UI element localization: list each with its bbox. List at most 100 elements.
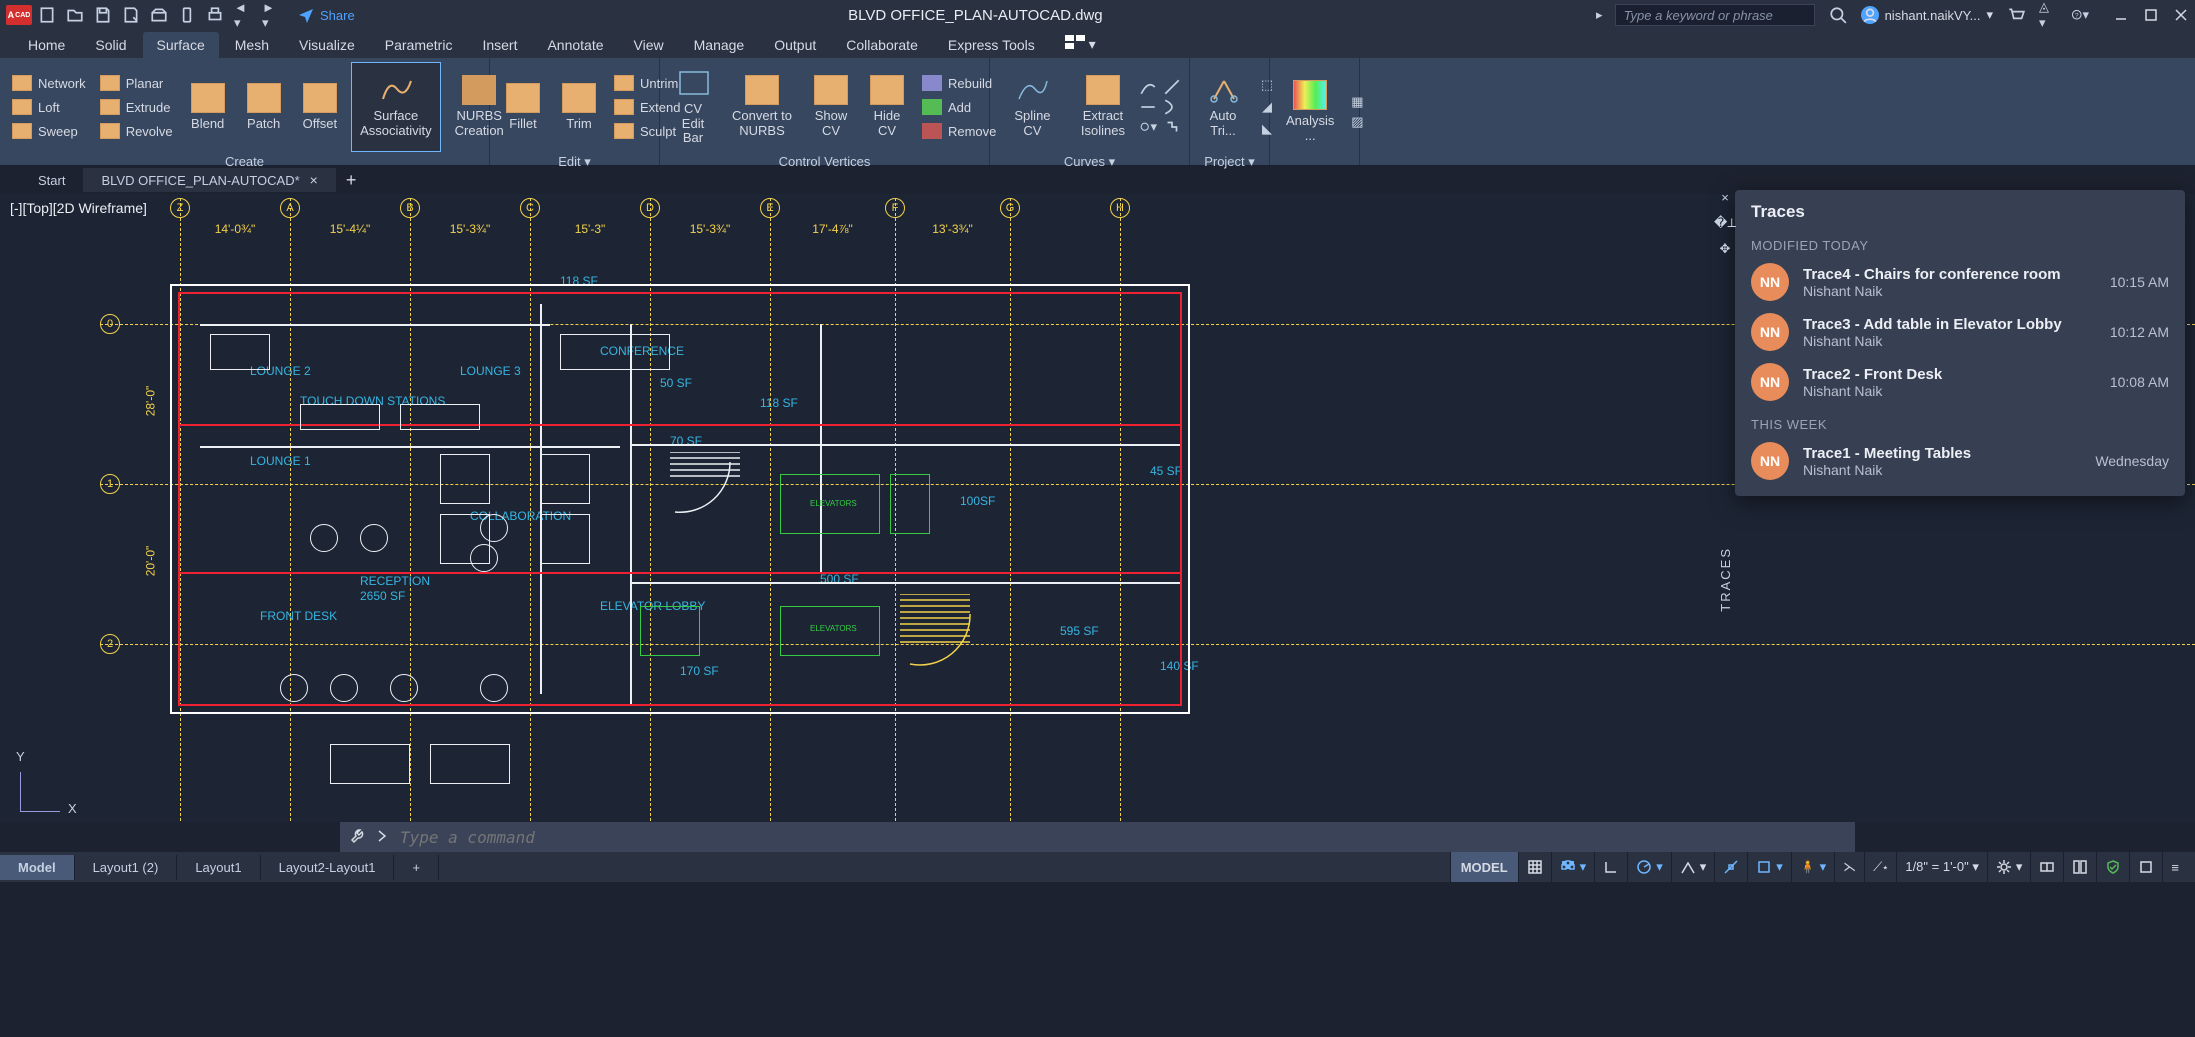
settings-traces-icon[interactable]: ✥ <box>1720 241 1731 257</box>
layout-1-2[interactable]: Layout1 (2) <box>75 855 178 880</box>
chevron-right-icon[interactable] <box>374 828 390 847</box>
cart-icon[interactable] <box>2007 6 2025 24</box>
panel-edit-label[interactable]: Edit ▾ <box>498 152 651 170</box>
redo-icon[interactable]: ► ▾ <box>262 6 280 24</box>
curve-tool-1[interactable] <box>1139 78 1157 96</box>
gear-icon[interactable]: ▾ <box>1987 852 2031 882</box>
analysis-tool-2[interactable]: ▨ <box>1348 113 1366 131</box>
snap-icon[interactable]: ▾ <box>1551 852 1595 882</box>
auto-trim-button[interactable]: Auto Tri... <box>1198 62 1248 152</box>
cv-edit-bar-button[interactable]: CV Edit Bar <box>668 62 718 152</box>
tab-insert[interactable]: Insert <box>468 32 531 58</box>
spline-cv-button[interactable]: Spline CV <box>998 62 1067 152</box>
network-button[interactable]: Network <box>8 73 90 93</box>
polar-icon[interactable]: ▾ <box>1627 852 1671 882</box>
undo-icon[interactable]: ◄ ▾ <box>234 6 252 24</box>
layout-1[interactable]: Layout1 <box>177 855 260 880</box>
show-cv-button[interactable]: Show CV <box>806 62 856 152</box>
tab-visualize[interactable]: Visualize <box>285 32 369 58</box>
print-icon[interactable] <box>206 6 224 24</box>
extract-isolines-button[interactable]: Extract Isolines <box>1073 62 1133 152</box>
trace-item[interactable]: NN Trace3 - Add table in Elevator Lobby … <box>1735 307 2185 357</box>
sweep-button[interactable]: Sweep <box>8 121 90 141</box>
drawing-tab[interactable]: BLVD OFFICE_PLAN-AUTOCAD* × <box>83 168 335 192</box>
clean-icon[interactable] <box>2129 852 2162 882</box>
maximize-button[interactable] <box>2143 7 2159 23</box>
isodraft-icon[interactable]: ▾ <box>1671 852 1715 882</box>
minimize-button[interactable] <box>2113 7 2129 23</box>
start-tab[interactable]: Start <box>20 169 83 192</box>
rebuild-button[interactable]: Rebuild <box>918 73 1000 93</box>
tab-output[interactable]: Output <box>760 32 830 58</box>
convert-nurbs-button[interactable]: Convert to NURBS <box>724 62 800 152</box>
app-icon[interactable]: ACAD <box>6 5 32 25</box>
add-cv-button[interactable]: Add <box>918 97 1000 117</box>
search-box[interactable]: Type a keyword or phrase <box>1615 4 1815 26</box>
close-traces-icon[interactable]: × <box>1721 190 1729 205</box>
extrude-button[interactable]: Extrude <box>96 97 177 117</box>
tab-home[interactable]: Home <box>14 32 79 58</box>
annoscale-icon[interactable]: ⟋⋆ <box>1864 852 1896 882</box>
web-icon[interactable] <box>150 6 168 24</box>
new-icon[interactable] <box>38 6 56 24</box>
command-line[interactable] <box>340 822 1855 852</box>
filter-icon[interactable]: 🧍 ▾ <box>1791 852 1834 882</box>
quickprops-icon[interactable] <box>2063 852 2096 882</box>
command-input[interactable] <box>400 828 1855 847</box>
tab-annotate[interactable]: Annotate <box>533 32 617 58</box>
tab-collaborate[interactable]: Collaborate <box>832 32 932 58</box>
layers-icon[interactable] <box>2030 852 2063 882</box>
hide-cv-button[interactable]: Hide CV <box>862 62 912 152</box>
analysis-button[interactable]: Analysis ... <box>1278 67 1342 157</box>
fillet-button[interactable]: Fillet <box>498 62 548 152</box>
curve-tool-3[interactable]: ▾ <box>1139 118 1157 136</box>
tab-express[interactable]: Express Tools <box>934 32 1049 58</box>
scale-display[interactable]: 1/8" = 1'-0" ▾ <box>1896 852 1987 882</box>
close-button[interactable] <box>2173 7 2189 23</box>
panel-project-label[interactable]: Project ▾ <box>1198 152 1261 170</box>
trim-button[interactable]: Trim <box>554 62 604 152</box>
grid-icon[interactable] <box>1518 852 1551 882</box>
3dosnap-icon[interactable]: ▾ <box>1747 852 1791 882</box>
curve-tool-5[interactable] <box>1163 98 1181 116</box>
panel-curves-label[interactable]: Curves ▾ <box>998 152 1181 170</box>
add-tab-button[interactable]: + <box>336 166 367 195</box>
ucs-icon[interactable]: Y X <box>20 758 74 812</box>
share-button[interactable]: Share <box>298 7 355 23</box>
help-icon[interactable]: ? ▾ <box>2071 6 2089 24</box>
pin-traces-icon[interactable]: �⟂ <box>1714 215 1736 231</box>
osnap-icon[interactable] <box>1714 852 1747 882</box>
tab-view[interactable]: View <box>620 32 678 58</box>
save-icon[interactable] <box>94 6 112 24</box>
tab-manage[interactable]: Manage <box>680 32 759 58</box>
patch-button[interactable]: Patch <box>239 62 289 152</box>
loft-button[interactable]: Loft <box>8 97 90 117</box>
user-menu[interactable]: nishant.naikVY...▾ <box>1861 6 1993 24</box>
tab-mesh[interactable]: Mesh <box>221 32 283 58</box>
curve-tool-2[interactable] <box>1139 98 1157 116</box>
ortho-icon[interactable] <box>1594 852 1627 882</box>
curve-tool-4[interactable] <box>1163 78 1181 96</box>
gizmo-icon[interactable]: ⋋ <box>1834 852 1864 882</box>
tab-parametric[interactable]: Parametric <box>371 32 467 58</box>
remove-cv-button[interactable]: Remove <box>918 121 1000 141</box>
blend-button[interactable]: Blend <box>183 62 233 152</box>
layout-2[interactable]: Layout2-Layout1 <box>261 855 395 880</box>
modelspace-toggle[interactable]: MODEL <box>1450 852 1518 882</box>
offset-button[interactable]: Offset <box>295 62 345 152</box>
trace-item[interactable]: NN Trace1 - Meeting Tables Nishant Naik … <box>1735 436 2185 486</box>
customize-icon[interactable]: ≡ <box>2162 852 2187 882</box>
tab-featured-apps[interactable]: ▾ <box>1051 30 1110 58</box>
revolve-button[interactable]: Revolve <box>96 121 177 141</box>
planar-button[interactable]: Planar <box>96 73 177 93</box>
curve-tool-6[interactable] <box>1163 118 1181 136</box>
wrench-icon[interactable] <box>350 828 366 847</box>
trace-item[interactable]: NN Trace4 - Chairs for conference room N… <box>1735 257 2185 307</box>
search-icon[interactable] <box>1829 6 1847 24</box>
mobile-icon[interactable] <box>178 6 196 24</box>
trusted-icon[interactable] <box>2096 852 2129 882</box>
saveas-icon[interactable] <box>122 6 140 24</box>
close-tab-icon[interactable]: × <box>310 172 318 188</box>
tab-surface[interactable]: Surface <box>143 32 219 58</box>
surface-associativity-button[interactable]: Surface Associativity <box>351 62 441 152</box>
